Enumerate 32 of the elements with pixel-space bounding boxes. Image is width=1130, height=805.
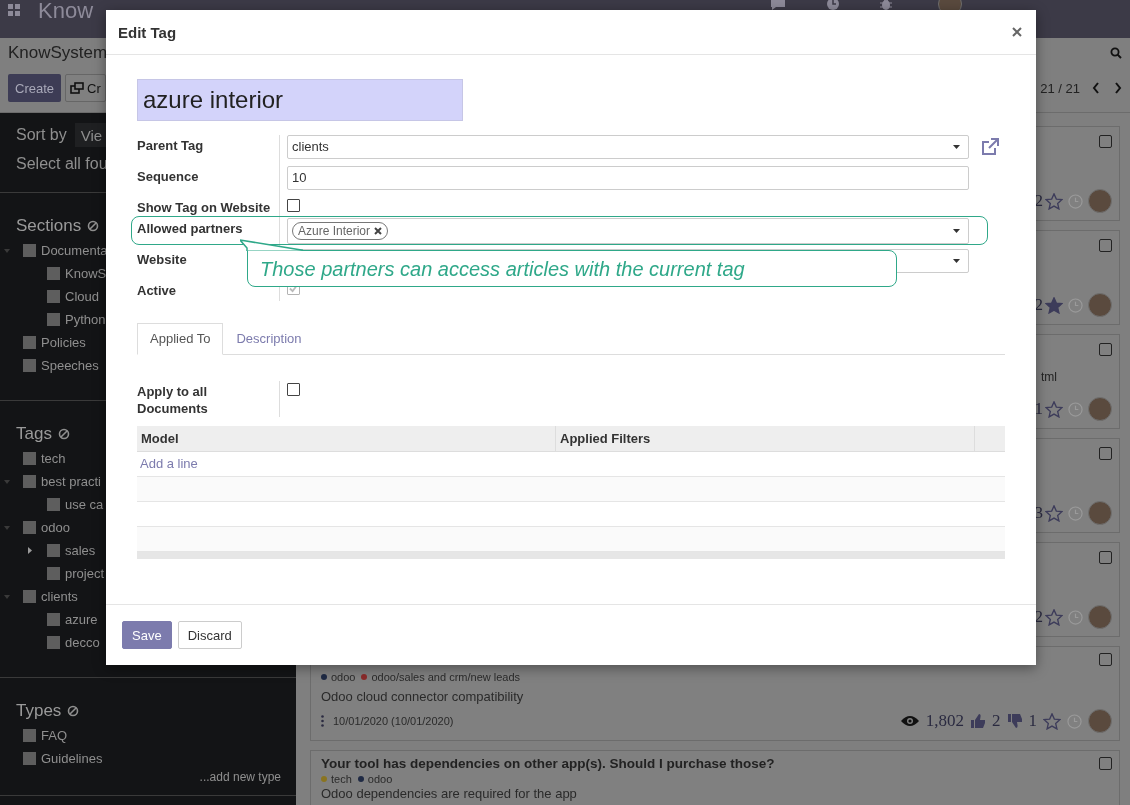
group-title: Sections: [16, 216, 82, 236]
dialog-title: Edit Tag: [118, 23, 177, 41]
sort-label: Sort by: [16, 126, 67, 144]
breadcrumb: KnowSystem: [8, 43, 108, 63]
field-label: Active: [137, 283, 177, 298]
article-text: tml: [1040, 369, 1058, 384]
like-count: 2: [1033, 191, 1043, 211]
tag-label: tech: [331, 773, 352, 785]
app-name: Know: [38, 0, 94, 22]
field-label: Allowed partners: [137, 221, 243, 236]
field-label: Sequence: [137, 169, 199, 184]
group-title: Tags: [16, 424, 52, 444]
callout-text: Those partners can access articles with the current tag: [260, 256, 745, 281]
pager-text: 21 / 21: [1040, 80, 1080, 96]
tag-label: odoo: [331, 671, 356, 683]
like-count: 2: [1033, 607, 1043, 627]
tag-label: odoo: [367, 773, 393, 785]
view-count: 1,802: [925, 711, 964, 731]
article-description: Odoo dependencies are required for the app: [321, 786, 578, 801]
article-date: 10/01/2020 (10/01/2020): [333, 715, 454, 727]
like-count: 2: [1033, 295, 1043, 315]
tag-label: odoo/sales and crm/new leads: [371, 671, 521, 683]
field-label: Website: [137, 252, 187, 267]
like-count: 2: [992, 711, 1001, 731]
dislike-count: 1: [1028, 711, 1037, 731]
field-label: Apply to all Documents: [137, 384, 208, 416]
field-label: Parent Tag: [137, 138, 204, 153]
like-count: 1: [1033, 399, 1043, 419]
like-count: 3: [1033, 503, 1043, 523]
group-title: Types: [16, 701, 62, 721]
field-label: Show Tag on Website: [137, 200, 271, 215]
article-description: Odoo cloud connector compatibility: [321, 689, 525, 704]
